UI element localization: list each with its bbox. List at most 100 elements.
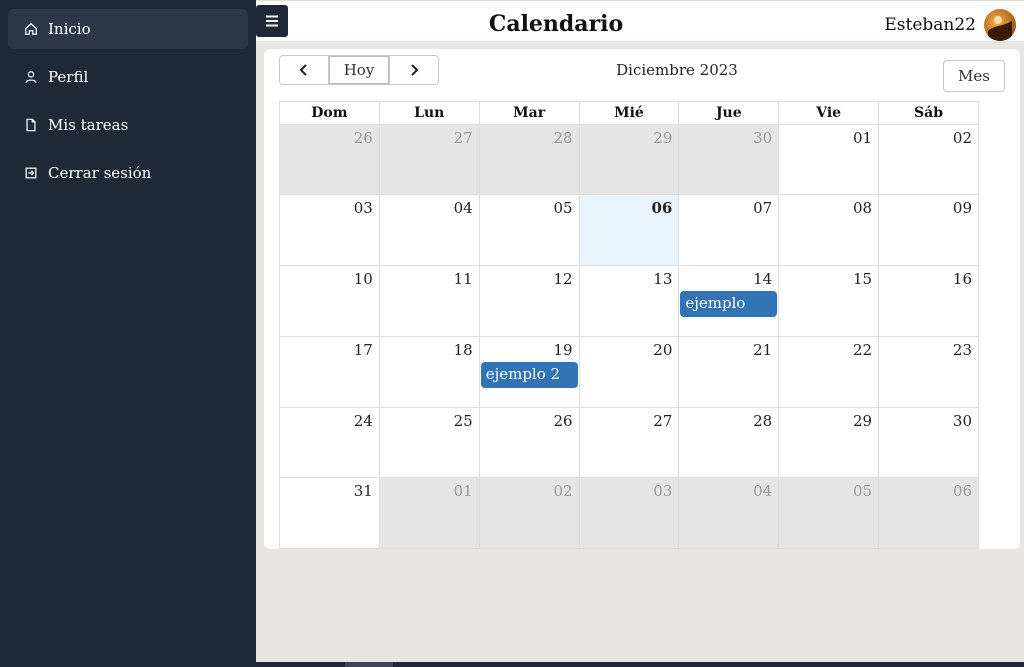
bottom-strip-segment bbox=[345, 662, 393, 667]
day-cell[interactable]: 05 bbox=[478, 194, 580, 266]
calendar-toolbar: Hoy Diciembre 2023 Mes bbox=[279, 55, 1005, 92]
day-cell[interactable]: 28 bbox=[678, 407, 780, 478]
day-cell[interactable]: 04 bbox=[378, 194, 480, 266]
page-title: Calendario bbox=[488, 11, 624, 37]
day-number: 05 bbox=[852, 482, 873, 500]
day-number: 30 bbox=[753, 129, 773, 147]
day-cell[interactable]: 17 bbox=[279, 336, 380, 408]
day-number: 12 bbox=[553, 270, 573, 288]
day-number: 03 bbox=[353, 199, 373, 217]
day-number: 17 bbox=[353, 341, 373, 359]
day-cell[interactable]: 29 bbox=[778, 407, 880, 478]
week-row: 31 01 02 03 04 05 06 bbox=[279, 477, 979, 549]
day-cell[interactable]: 11 bbox=[378, 265, 480, 337]
day-number: 06 bbox=[651, 199, 673, 217]
day-cell[interactable]: 15 bbox=[778, 265, 880, 337]
day-number: 29 bbox=[653, 129, 673, 147]
sidebar-item-inicio[interactable]: Inicio bbox=[8, 9, 248, 49]
day-cell[interactable]: 07 bbox=[678, 194, 780, 266]
day-number: 16 bbox=[952, 270, 972, 288]
top-bar: Calendario Esteban22 bbox=[256, 0, 1024, 46]
weekday-header: Dom bbox=[279, 101, 380, 125]
day-number: 22 bbox=[852, 341, 873, 359]
day-cell[interactable]: 30 bbox=[678, 124, 780, 195]
day-cell[interactable]: 13 bbox=[578, 265, 680, 337]
day-number: 14 bbox=[753, 270, 773, 288]
day-number: 08 bbox=[852, 199, 873, 217]
day-cell[interactable]: 03 bbox=[578, 477, 680, 549]
day-number: 21 bbox=[753, 341, 773, 359]
day-cell[interactable]: 29 bbox=[578, 124, 680, 195]
day-number: 04 bbox=[453, 199, 473, 217]
weekday-header-row: Dom Lun Mar Mié Jue Vie Sáb bbox=[279, 101, 979, 125]
day-cell[interactable]: 27 bbox=[378, 124, 480, 195]
day-cell[interactable]: 06 bbox=[878, 477, 979, 549]
day-number: 05 bbox=[553, 199, 573, 217]
day-cell[interactable]: 12 bbox=[478, 265, 580, 337]
day-cell[interactable]: 18 bbox=[378, 336, 480, 408]
sidebar-item-cerrar-sesion[interactable]: Cerrar sesión bbox=[8, 153, 248, 193]
day-cell[interactable]: 08 bbox=[778, 194, 880, 266]
day-cell[interactable]: 27 bbox=[578, 407, 680, 478]
sidebar-item-mis-tareas[interactable]: Mis tareas bbox=[8, 105, 248, 145]
sidebar-item-perfil[interactable]: Perfil bbox=[8, 57, 248, 97]
day-cell[interactable]: 31 bbox=[279, 477, 380, 549]
day-number: 02 bbox=[553, 482, 573, 500]
day-cell[interactable]: 24 bbox=[279, 407, 380, 478]
calendar: Hoy Diciembre 2023 Mes Dom Lun Mar Mié Jue Vi… bbox=[264, 49, 1020, 549]
day-number: 28 bbox=[753, 412, 773, 430]
day-cell[interactable]: 21 bbox=[678, 336, 780, 408]
day-number: 13 bbox=[653, 270, 673, 288]
logout-icon bbox=[25, 167, 37, 179]
avatar[interactable] bbox=[984, 9, 1016, 41]
day-cell[interactable]: 28 bbox=[478, 124, 580, 195]
day-cell[interactable]: 22 bbox=[778, 336, 880, 408]
day-cell[interactable]: 06 bbox=[578, 194, 680, 266]
day-cell[interactable]: 14 ejemplo bbox=[678, 265, 780, 337]
weekday-header: Jue bbox=[678, 101, 780, 125]
month-view-button[interactable]: Mes bbox=[943, 60, 1005, 92]
day-number: 11 bbox=[453, 270, 473, 288]
home-icon bbox=[25, 22, 37, 35]
day-cell[interactable]: 16 bbox=[878, 265, 979, 337]
day-number: 01 bbox=[852, 129, 873, 147]
calendar-event[interactable]: ejemplo bbox=[680, 291, 778, 317]
day-number: 31 bbox=[353, 482, 373, 500]
day-cell[interactable]: 23 bbox=[878, 336, 979, 408]
day-cell[interactable]: 09 bbox=[878, 194, 979, 266]
day-cell[interactable]: 26 bbox=[478, 407, 580, 478]
weekday-header: Sáb bbox=[878, 101, 979, 125]
weekday-header: Mié bbox=[578, 101, 680, 125]
week-row: 10 11 12 13 14 ejemplo 15 16 bbox=[279, 265, 979, 337]
sidebar-item-label: Inicio bbox=[48, 20, 91, 38]
weekday-header: Vie bbox=[778, 101, 880, 125]
calendar-event[interactable]: ejemplo 2 bbox=[480, 362, 578, 388]
day-cell[interactable]: 01 bbox=[778, 124, 880, 195]
day-number: 01 bbox=[453, 482, 473, 500]
day-number: 04 bbox=[753, 482, 773, 500]
sidebar-item-label: Mis tareas bbox=[48, 116, 129, 134]
day-cell[interactable]: 10 bbox=[279, 265, 380, 337]
sidebar-item-label: Cerrar sesión bbox=[48, 164, 152, 182]
day-cell[interactable]: 26 bbox=[279, 124, 380, 195]
day-cell[interactable]: 04 bbox=[678, 477, 780, 549]
day-number: 27 bbox=[653, 412, 673, 430]
day-number: 06 bbox=[952, 482, 972, 500]
bottom-strip bbox=[0, 662, 1024, 667]
day-cell[interactable]: 03 bbox=[279, 194, 380, 266]
day-cell[interactable]: 01 bbox=[378, 477, 480, 549]
day-cell[interactable]: 05 bbox=[778, 477, 880, 549]
day-cell[interactable]: 20 bbox=[578, 336, 680, 408]
sidebar: Inicio Perfil Mis tareas Cerrar sesión bbox=[0, 0, 256, 667]
day-cell[interactable]: 19 ejemplo 2 bbox=[478, 336, 580, 408]
day-number: 25 bbox=[453, 412, 473, 430]
day-number: 10 bbox=[353, 270, 373, 288]
day-number: 19 bbox=[553, 341, 573, 359]
day-cell[interactable]: 02 bbox=[478, 477, 580, 549]
day-cell[interactable]: 02 bbox=[878, 124, 979, 195]
calendar-weeks: 26 27 28 29 30 01 02 03 04 05 06 07 08 09 10 11 12 13 14 ej… bbox=[279, 124, 979, 549]
day-number: 18 bbox=[453, 341, 473, 359]
day-cell[interactable]: 25 bbox=[378, 407, 480, 478]
day-cell[interactable]: 30 bbox=[878, 407, 979, 478]
week-row: 17 18 19 ejemplo 2 20 21 22 23 bbox=[279, 336, 979, 408]
